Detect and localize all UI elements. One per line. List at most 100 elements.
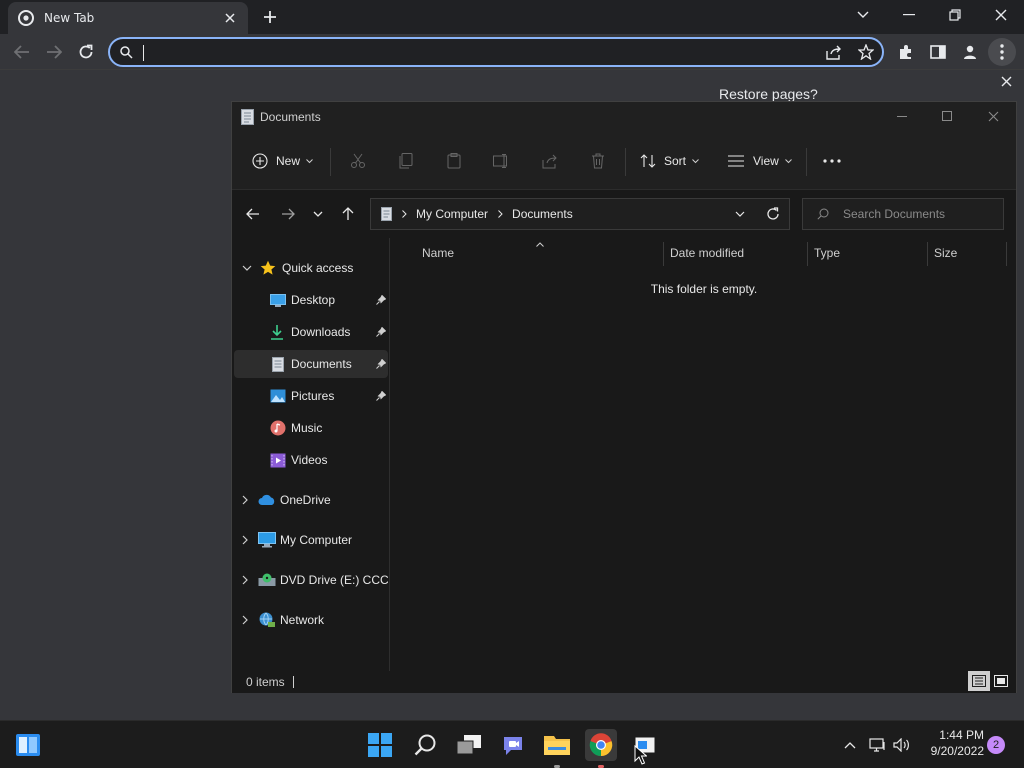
system-clock[interactable]: 1:44 PM 9/20/2022: [914, 727, 984, 759]
omnibox[interactable]: [108, 37, 884, 67]
search-documents-field[interactable]: Search Documents: [802, 198, 1004, 230]
column-divider[interactable]: [927, 242, 928, 266]
file-list-area[interactable]: Name Date modified Type Size This folder…: [391, 238, 1016, 764]
nav-desktop[interactable]: Desktop: [234, 286, 388, 314]
column-divider[interactable]: [807, 242, 808, 266]
desktop-icon: [270, 293, 286, 307]
nav-network[interactable]: Network: [234, 606, 388, 634]
nav-label: OneDrive: [280, 493, 331, 507]
chrome-favicon-icon: [18, 10, 34, 26]
profile-avatar-icon[interactable]: [956, 38, 984, 66]
more-options-button[interactable]: [823, 148, 841, 174]
explorer-close-button[interactable]: [988, 111, 999, 122]
close-window-button[interactable]: [978, 0, 1024, 30]
nav-documents[interactable]: Documents: [234, 350, 388, 378]
back-arrow-icon[interactable]: [246, 208, 260, 220]
rename-icon[interactable]: [491, 150, 513, 172]
network-status-icon[interactable]: [868, 736, 888, 754]
chrome-taskbar-icon[interactable]: [585, 729, 617, 768]
bookmark-star-icon[interactable]: [858, 44, 874, 60]
copy-icon[interactable]: [395, 150, 417, 172]
mouse-pointer-icon: [634, 745, 647, 765]
tab-search-chevron-icon[interactable]: [840, 0, 886, 30]
view-button[interactable]: View: [728, 148, 792, 174]
show-hidden-icons-chevron-icon[interactable]: [840, 736, 860, 754]
nav-pictures[interactable]: Pictures: [234, 382, 388, 410]
breadcrumb-documents[interactable]: Documents: [512, 207, 573, 221]
explorer-address-row: My Computer Documents Search Documents: [232, 190, 1016, 238]
tab-new-tab[interactable]: New Tab: [8, 2, 248, 34]
nav-quick-access[interactable]: Quick access: [234, 254, 388, 282]
task-view-icon[interactable]: [453, 729, 485, 761]
new-button-label: New: [276, 154, 301, 168]
chevron-right-icon: [242, 575, 248, 585]
extensions-puzzle-icon[interactable]: [892, 38, 920, 66]
tab-close-icon[interactable]: [222, 10, 238, 26]
network-icon: [258, 612, 276, 628]
pin-icon[interactable]: [376, 359, 386, 369]
document-icon: [241, 109, 254, 125]
minimize-window-button[interactable]: [886, 0, 932, 30]
nav-my-computer[interactable]: My Computer: [234, 526, 388, 554]
chat-teams-icon[interactable]: [497, 729, 529, 761]
column-header-date-modified[interactable]: Date modified: [670, 246, 744, 264]
sort-ascending-indicator-icon: [536, 242, 544, 247]
breadcrumb-my-computer[interactable]: My Computer: [416, 207, 488, 221]
document-icon: [381, 207, 392, 221]
forward-arrow-icon[interactable]: [281, 208, 295, 220]
nav-dvd-drive[interactable]: DVD Drive (E:) CCCC: [234, 566, 388, 594]
back-arrow-icon[interactable]: [8, 38, 36, 66]
sort-button[interactable]: Sort: [640, 148, 699, 174]
up-arrow-icon[interactable]: [342, 207, 354, 221]
pin-icon[interactable]: [376, 327, 386, 337]
reload-icon[interactable]: [72, 38, 100, 66]
pin-icon[interactable]: [376, 295, 386, 305]
explorer-maximize-button[interactable]: [942, 111, 952, 121]
omnibox-input[interactable]: [140, 42, 800, 62]
empty-folder-message: This folder is empty.: [650, 282, 758, 296]
nav-music[interactable]: Music: [234, 414, 388, 442]
videos-icon: [270, 453, 286, 468]
details-view-icon[interactable]: [968, 671, 990, 691]
computer-icon: [258, 532, 276, 548]
column-header-name[interactable]: Name: [422, 246, 454, 264]
browser-toolbar: [0, 34, 1024, 70]
share-icon[interactable]: [826, 45, 842, 60]
share-icon[interactable]: [539, 150, 561, 172]
pin-icon[interactable]: [376, 391, 386, 401]
browser-menu-kebab-icon[interactable]: [988, 38, 1016, 66]
start-button-windows-icon[interactable]: [364, 729, 396, 761]
file-explorer-taskbar-icon[interactable]: [541, 729, 573, 768]
side-panel-icon[interactable]: [924, 38, 952, 66]
address-bar[interactable]: My Computer Documents: [370, 198, 790, 230]
nav-videos[interactable]: Videos: [234, 446, 388, 474]
recent-locations-chevron-icon[interactable]: [313, 211, 323, 217]
refresh-icon[interactable]: [766, 207, 780, 221]
cut-icon[interactable]: [347, 150, 369, 172]
search-icon[interactable]: [409, 729, 441, 761]
more-dots-icon: [823, 159, 841, 163]
breadcrumb-separator-icon: [498, 210, 503, 218]
nav-label: Network: [280, 613, 325, 627]
address-history-chevron-icon[interactable]: [735, 211, 745, 217]
new-tab-button[interactable]: [258, 6, 282, 28]
large-icons-view-icon[interactable]: [992, 673, 1010, 689]
item-count: 0 items: [246, 675, 285, 689]
paste-icon[interactable]: [443, 150, 465, 172]
delete-trash-icon[interactable]: [587, 150, 609, 172]
column-header-size[interactable]: Size: [934, 246, 957, 264]
column-divider[interactable]: [663, 242, 664, 266]
new-button[interactable]: New: [252, 148, 313, 174]
explorer-minimize-button[interactable]: [897, 116, 907, 118]
close-popup-icon[interactable]: [1001, 76, 1012, 87]
forward-arrow-icon[interactable]: [40, 38, 68, 66]
restore-window-button[interactable]: [932, 0, 978, 30]
column-header-type[interactable]: Type: [814, 246, 840, 264]
column-divider[interactable]: [1006, 242, 1007, 266]
nav-onedrive[interactable]: OneDrive: [234, 486, 388, 514]
nav-downloads[interactable]: Downloads: [234, 318, 388, 346]
search-icon: [817, 208, 829, 220]
volume-speaker-icon[interactable]: [892, 736, 912, 754]
widgets-icon[interactable]: [12, 729, 44, 761]
notification-badge[interactable]: 2: [987, 736, 1005, 754]
